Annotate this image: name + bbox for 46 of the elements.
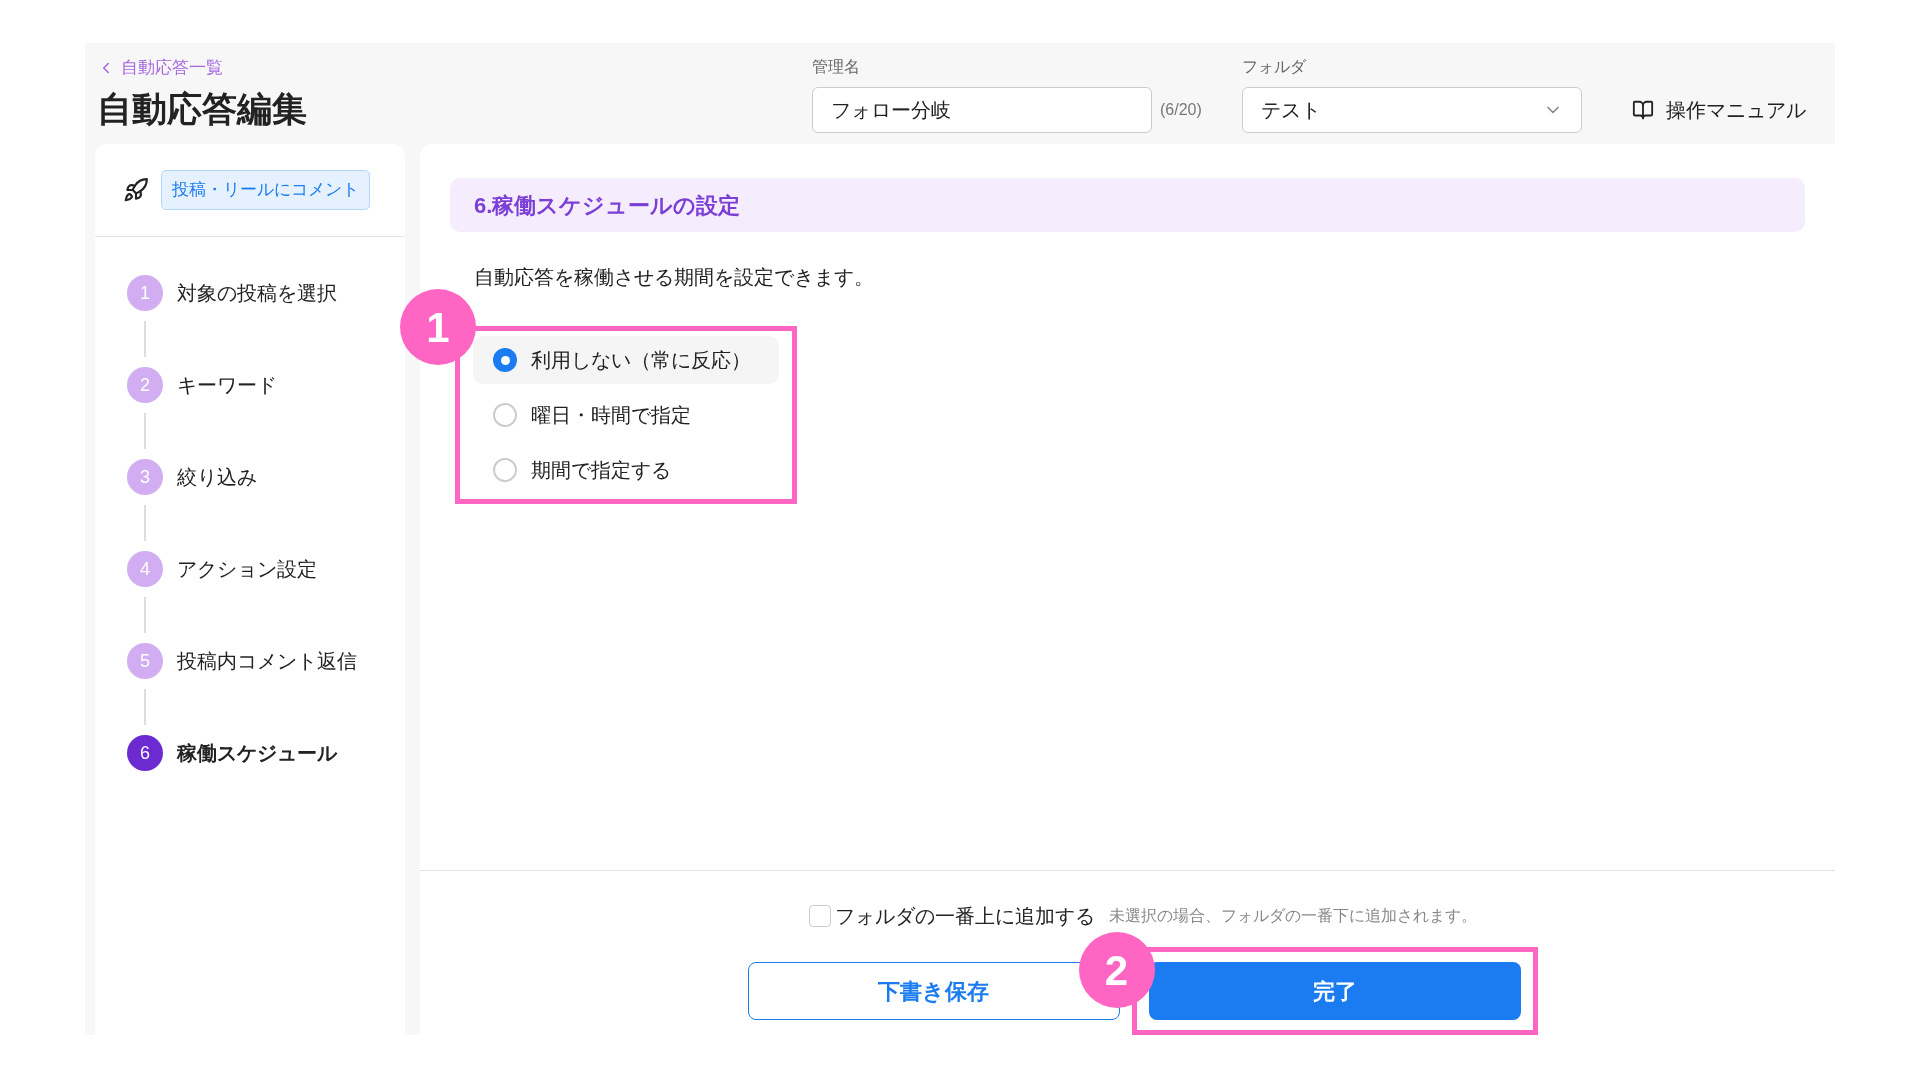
section-title: 6.稼働スケジュールの設定 [474,191,741,220]
page-title: 自動応答編集 [97,87,308,130]
callout-number: 1 [400,289,476,365]
step-number: 1 [127,275,163,311]
step-item[interactable]: 5 投稿内コメント返信 [127,643,373,679]
step-label: キーワード [177,373,277,398]
field-label: 管理名 [812,57,861,77]
book-icon [1631,99,1654,121]
step-item[interactable]: 2 キーワード [127,367,373,403]
callout-number: 2 [1078,932,1155,1008]
description-text: 自動応答を稼働させる期間を設定できます。 [474,265,875,290]
step-label: 稼働スケジュール [177,741,337,766]
done-button[interactable]: 完了 [1148,962,1521,1020]
checkbox-label: フォルダの一番上に追加する [834,904,1095,929]
step-number: 2 [127,367,163,403]
radio-label: 曜日・時間で指定 [531,403,691,428]
step-item[interactable]: 1 対象の投稿を選択 [127,275,373,311]
step-number: 3 [127,459,163,495]
step-number: 5 [127,643,163,679]
step-label: 投稿内コメント返信 [177,649,357,674]
step-item[interactable]: 4 アクション設定 [127,551,373,587]
radio-button [493,348,517,372]
field-label: フォルダ [1241,57,1307,77]
checkbox[interactable] [808,905,831,927]
character-counter: (6/20) [1160,100,1202,120]
name-input-field[interactable]: フォロー分岐 [812,87,1152,133]
radio-option[interactable]: 期間で指定する [473,446,779,494]
rocket-icon [123,177,149,203]
step-number: 4 [127,551,163,587]
step-number: 6 [127,735,163,771]
folder-select[interactable]: テスト [1241,87,1582,133]
trigger-badge: 投稿・リールにコメント [161,170,370,210]
radio-option[interactable]: 利用しない（常に反応） [473,336,779,384]
radio-button [493,458,517,482]
radio-option[interactable]: 曜日・時間で指定 [473,391,779,439]
step-label: アクション設定 [177,557,317,582]
step-label: 対象の投稿を選択 [177,281,337,306]
radio-button [493,403,517,427]
step-item[interactable]: 3 絞り込み [127,459,373,495]
radio-label: 利用しない（常に反応） [531,348,751,373]
back-link[interactable]: 自動応答一覧 [97,55,812,81]
step-item[interactable]: 6 稼働スケジュール [127,735,373,771]
radio-label: 期間で指定する [531,458,671,483]
hint-text: 未選択の場合、フォルダの一番下に追加されます。 [1108,906,1477,926]
manual-link[interactable]: 操作マニュアル [1631,95,1806,125]
step-label: 絞り込み [177,465,257,490]
